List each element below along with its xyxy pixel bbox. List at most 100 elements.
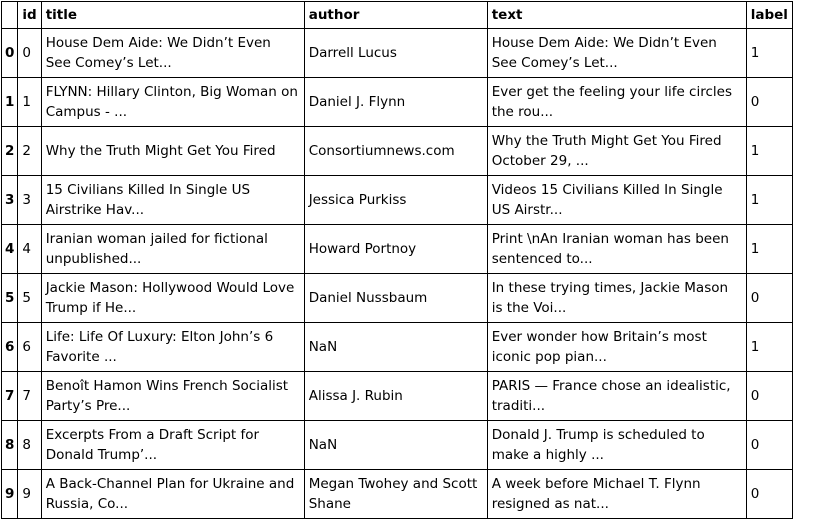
cell-text: In these trying times, Jackie Mason is t… (486, 273, 747, 323)
cell-label-value: 0 (750, 437, 760, 453)
cell-title: FLYNN: Hillary Clinton, Big Woman on Cam… (40, 77, 305, 127)
table-header: id title author text label (0, 1, 793, 29)
cell-author: Jessica Purkiss (303, 175, 488, 225)
row-index: 5 (0, 273, 19, 323)
cell-author-value: Consortiumnews.com (308, 143, 455, 159)
cell-text: Videos 15 Civilians Killed In Single US … (486, 175, 747, 225)
cell-title-value: Iranian woman jailed for fictional unpub… (45, 231, 268, 267)
cell-text-value: Ever wonder how Britain’s most iconic po… (491, 329, 707, 365)
row-index: 6 (0, 322, 19, 372)
cell-title: Why the Truth Might Get You Fired (40, 126, 305, 176)
table-row: 5 5 Jackie Mason: Hollywood Would Love Tru… (0, 273, 793, 323)
cell-label-value: 0 (750, 290, 760, 306)
cell-id-value: 7 (22, 388, 31, 404)
cell-text-value: House Dem Aide: We Didn’t Even See Comey… (491, 35, 717, 71)
cell-label: 1 (745, 126, 793, 176)
table-row: 99 A Back-Channel Plan for Ukraine and Ru… (0, 469, 793, 519)
cell-id: 2 (17, 126, 42, 176)
cell-id-value: 8 (22, 437, 31, 453)
table-row: 7 7 Benoît Hamon Wins French Socialist Par… (0, 371, 793, 421)
cell-title: 15 Civilians Killed In Single US Airstri… (40, 175, 305, 225)
cell-label: 1 (745, 224, 793, 274)
cell-title: A Back-Channel Plan for Ukraine and Russ… (40, 469, 305, 519)
cell-text: PARIS — France chose an idealistic, trad… (486, 371, 747, 421)
cell-label: 0 (745, 77, 793, 127)
cell-title-value: House Dem Aide: We Didn’t Even See Comey… (45, 35, 271, 71)
cell-title: Benoît Hamon Wins French Socialist Party… (40, 371, 305, 421)
cell-label-value: 0 (750, 388, 760, 404)
row-index: 9 (0, 469, 19, 519)
cell-title: Excerpts From a Draft Script for Donald … (40, 420, 305, 470)
cell-id: 1 (17, 77, 42, 127)
cell-label: 0 (745, 273, 793, 323)
cell-id: 9 (17, 469, 42, 519)
row-index: 1 (0, 77, 19, 127)
table-body: 0 0 House Dem Aide: We Didn’t Even See Com… (0, 28, 793, 519)
cell-text: Ever get the feeling your life circles t… (486, 77, 747, 127)
table-row: 0 0 House Dem Aide: We Didn’t Even See Com… (0, 28, 793, 78)
cell-author-value: Alissa J. Rubin (308, 388, 403, 404)
header-row: id title author text label (0, 1, 793, 29)
cell-title: Jackie Mason: Hollywood Would Love Trump… (40, 273, 305, 323)
cell-author: Alissa J. Rubin (303, 371, 488, 421)
cell-id-value: 9 (22, 486, 31, 502)
cell-text-value: Why the Truth Might Get You Fired Octobe… (491, 133, 722, 169)
cell-author: Darrell Lucus (303, 28, 488, 78)
cell-id-value: 1 (22, 94, 31, 110)
cell-id: 8 (17, 420, 42, 470)
cell-author-value: Daniel J. Flynn (308, 94, 406, 110)
header-label: label (745, 1, 793, 29)
cell-title-value: Jackie Mason: Hollywood Would Love Trump… (45, 280, 295, 316)
cell-author: Consortiumnews.com (303, 126, 488, 176)
cell-id-value: 0 (22, 45, 31, 61)
table-row: 3 3 15 Civilians Killed In Single US Airst… (0, 175, 793, 225)
cell-label-value: 1 (750, 45, 760, 61)
cell-author-value: Howard Portnoy (308, 241, 417, 257)
cell-label-value: 0 (750, 94, 760, 110)
row-index: 7 (0, 371, 19, 421)
row-index: 0 (0, 28, 19, 78)
cell-id-value: 4 (22, 241, 31, 257)
header-id: id (17, 1, 42, 29)
cell-author: NaN (303, 420, 488, 470)
cell-label: 0 (745, 469, 793, 519)
cell-author-value: Daniel Nussbaum (308, 290, 428, 306)
cell-label-value: 1 (750, 339, 760, 355)
cell-title-value: Benoît Hamon Wins French Socialist Party… (45, 378, 289, 414)
dataframe-output: id title author text label 0 0 House Dem A… (0, 1, 793, 519)
cell-label-value: 1 (750, 143, 760, 159)
cell-id-value: 3 (22, 192, 31, 208)
row-index: 8 (0, 420, 19, 470)
cell-text-value: Donald J. Trump is scheduled to make a h… (491, 427, 705, 463)
cell-label: 0 (745, 371, 793, 421)
cell-author-value: Jessica Purkiss (308, 192, 407, 208)
table-row: 1 1 FLYNN: Hillary Clinton, Big Woman on C… (0, 77, 793, 127)
cell-label: 1 (745, 175, 793, 225)
cell-text-value: PARIS — France chose an idealistic, trad… (491, 378, 731, 414)
table-row: 2 2 Why the Truth Might Get You Fired Conso… (0, 126, 793, 176)
cell-id: 0 (17, 28, 42, 78)
cell-text-value: Videos 15 Civilians Killed In Single US … (491, 182, 723, 218)
cell-author: Howard Portnoy (303, 224, 488, 274)
cell-id-value: 5 (22, 290, 31, 306)
cell-title-value: 15 Civilians Killed In Single US Airstri… (45, 182, 251, 218)
cell-id: 4 (17, 224, 42, 274)
cell-label: 1 (745, 28, 793, 78)
cell-author: Megan Twohey and Scott Shane (303, 469, 488, 519)
table-row: 4 4 Iranian woman jailed for fictional unp… (0, 224, 793, 274)
cell-title: Life: Life Of Luxury: Elton John’s 6 Fav… (40, 322, 305, 372)
cell-label: 1 (745, 322, 793, 372)
cell-title: Iranian woman jailed for fictional unpub… (40, 224, 305, 274)
cell-author: Daniel J. Flynn (303, 77, 488, 127)
cell-text-value: Ever get the feeling your life circles t… (491, 84, 732, 120)
cell-label-value: 1 (750, 241, 760, 257)
header-index (0, 1, 19, 29)
cell-title-value: Excerpts From a Draft Script for Donald … (45, 427, 260, 463)
header-title: title (40, 1, 305, 29)
cell-text-value: Print \nAn Iranian woman has been senten… (491, 231, 729, 267)
cell-author-value: NaN (308, 437, 338, 453)
cell-text: Ever wonder how Britain’s most iconic po… (486, 322, 747, 372)
cell-author-value: Megan Twohey and Scott Shane (308, 476, 478, 512)
cell-title-value: Life: Life Of Luxury: Elton John’s 6 Fav… (45, 329, 274, 365)
cell-author: Daniel Nussbaum (303, 273, 488, 323)
